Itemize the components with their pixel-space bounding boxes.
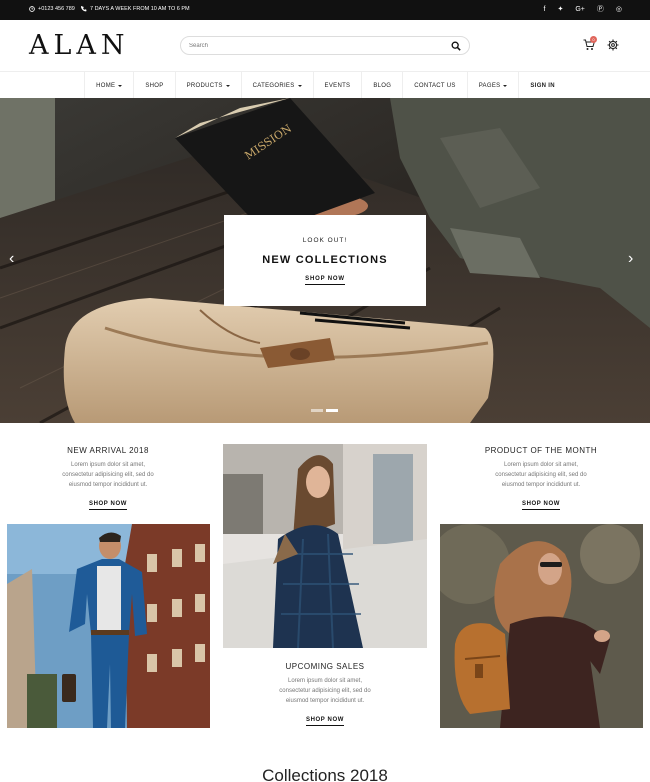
desc-line: eiusmod tempor incididunt ut. — [285, 698, 365, 704]
nav-item-label: CATEGORIES — [252, 82, 295, 89]
new-arrival-shop-now-link[interactable]: SHOP NOW — [26, 501, 190, 510]
google-plus-icon[interactable]: G+ — [575, 5, 585, 14]
new-arrival-title: NEW ARRIVAL 2018 — [67, 446, 149, 455]
photo-woman-plaid-coat[interactable] — [223, 444, 427, 648]
nav-item-events[interactable]: EVENTS — [314, 72, 363, 99]
gear-icon[interactable] — [607, 39, 619, 51]
photo-man-blue-suit[interactable] — [7, 524, 210, 728]
woman-coat-photo-image — [223, 444, 427, 648]
upcoming-sales-desc: Lorem ipsum dolor sit amet, consectetur … — [243, 676, 407, 706]
nav-item-sign-in[interactable]: SIGN IN — [519, 72, 565, 99]
slider-prev-icon[interactable]: ‹ — [9, 251, 23, 267]
product-of-month-title: PRODUCT OF THE MONTH — [484, 446, 598, 455]
slider-dot[interactable] — [311, 409, 323, 412]
nav-item-label: SHOP — [145, 82, 164, 89]
site-logo[interactable]: ALAN — [29, 30, 130, 61]
clock-icon — [29, 6, 35, 12]
hero-caption-card: LOOK OUT! NEW COLLECTIONS SHOP NOW — [224, 215, 426, 306]
phone-info: +0123 456 789 — [29, 6, 75, 12]
product-of-month-shop-now-label: SHOP NOW — [521, 501, 561, 510]
nav-item-label: SIGN IN — [530, 82, 555, 89]
desc-line: eiusmod tempor incididunt ut. — [68, 482, 148, 488]
top-bar: +0123 456 789 7 DAYS A WEEK FROM 10 AM T… — [0, 0, 650, 20]
new-arrival-shop-now-label: SHOP NOW — [88, 501, 128, 510]
desc-line: Lorem ipsum dolor sit amet, — [70, 462, 146, 468]
desc-line: consectetur adipisicing elit, sed do — [62, 472, 154, 478]
nav-item-label: BLOG — [373, 82, 392, 89]
desc-line: consectetur adipisicing elit, sed do — [279, 688, 371, 694]
phone-number: +0123 456 789 — [38, 6, 75, 12]
upcoming-sales-shop-now-label: SHOP NOW — [305, 717, 345, 726]
nav-item-blog[interactable]: BLOG — [362, 72, 404, 99]
hero-headline: NEW COLLECTIONS — [262, 254, 388, 266]
desc-line: eiusmod tempor incididunt ut. — [501, 482, 581, 488]
nav-item-label: HOME — [96, 82, 116, 89]
chevron-down-icon — [297, 84, 302, 87]
cart-count-badge: 0 — [590, 36, 597, 43]
hero-slider: MISSION LOOK OUT! NEW COLLECTIONS SHOP N… — [0, 98, 650, 423]
collections-section-title: Collections 2018 — [262, 766, 388, 782]
nav-item-contact-us[interactable]: CONTACT US — [403, 72, 468, 99]
product-of-month-desc: Lorem ipsum dolor sit amet, consectetur … — [459, 460, 623, 490]
main-nav: HOME SHOP PRODUCTS CATEGORIES EVENTS BLOG CONT… — [0, 71, 650, 99]
upcoming-sales-block: UPCOMING SALES Lorem ipsum dolor sit ame… — [243, 662, 407, 726]
instagram-icon[interactable]: ◎ — [616, 5, 622, 14]
hours-info: 7 DAYS A WEEK FROM 10 AM TO 6 PM — [81, 6, 190, 12]
search-bar — [180, 36, 470, 55]
nav-item-categories[interactable]: CATEGORIES — [242, 72, 314, 99]
phone-icon — [81, 6, 87, 12]
search-icon[interactable] — [451, 41, 461, 51]
hero-shop-now-link[interactable]: SHOP NOW — [224, 276, 426, 285]
desc-line: Lorem ipsum dolor sit amet, — [503, 462, 579, 468]
slider-dot-active[interactable] — [326, 409, 338, 412]
nav-item-pages[interactable]: PAGES — [468, 72, 520, 99]
desc-line: Lorem ipsum dolor sit amet, — [287, 678, 363, 684]
nav-item-products[interactable]: PRODUCTS — [176, 72, 242, 99]
chevron-down-icon — [118, 84, 123, 87]
nav-item-label: CONTACT US — [414, 82, 456, 89]
twitter-icon[interactable]: ✦ — [557, 5, 563, 14]
chevron-down-icon — [503, 84, 508, 87]
facebook-icon[interactable]: f — [544, 5, 546, 14]
woman-backpack-photo-image — [440, 524, 643, 728]
man-photo-image — [7, 524, 210, 728]
upcoming-sales-shop-now-link[interactable]: SHOP NOW — [243, 717, 407, 726]
product-of-month-shop-now-link[interactable]: SHOP NOW — [459, 501, 623, 510]
upcoming-sales-title: UPCOMING SALES — [285, 662, 365, 671]
photo-woman-backpack[interactable] — [440, 524, 643, 728]
nav-item-label: EVENTS — [324, 82, 351, 89]
slider-next-icon[interactable]: › — [628, 251, 642, 267]
slider-dots — [311, 409, 338, 412]
product-of-month-block: PRODUCT OF THE MONTH Lorem ipsum dolor s… — [459, 446, 623, 510]
new-arrival-block: NEW ARRIVAL 2018 Lorem ipsum dolor sit a… — [26, 446, 190, 510]
social-links: f ✦ G+ Ⓟ ◎ — [544, 5, 622, 14]
nav-item-shop[interactable]: SHOP — [134, 72, 176, 99]
hero-shop-now-label: SHOP NOW — [305, 276, 345, 285]
nav-item-home[interactable]: HOME — [84, 72, 135, 99]
hero-kicker: LOOK OUT! — [302, 237, 348, 244]
nav-item-label: PAGES — [478, 82, 501, 89]
desc-line: consectetur adipisicing elit, sed do — [495, 472, 587, 478]
nav-item-label: PRODUCTS — [186, 82, 223, 89]
opening-hours: 7 DAYS A WEEK FROM 10 AM TO 6 PM — [90, 6, 190, 12]
chevron-down-icon — [225, 84, 230, 87]
search-input[interactable] — [189, 40, 429, 52]
new-arrival-desc: Lorem ipsum dolor sit amet, consectetur … — [26, 460, 190, 490]
pinterest-icon[interactable]: Ⓟ — [597, 5, 604, 14]
